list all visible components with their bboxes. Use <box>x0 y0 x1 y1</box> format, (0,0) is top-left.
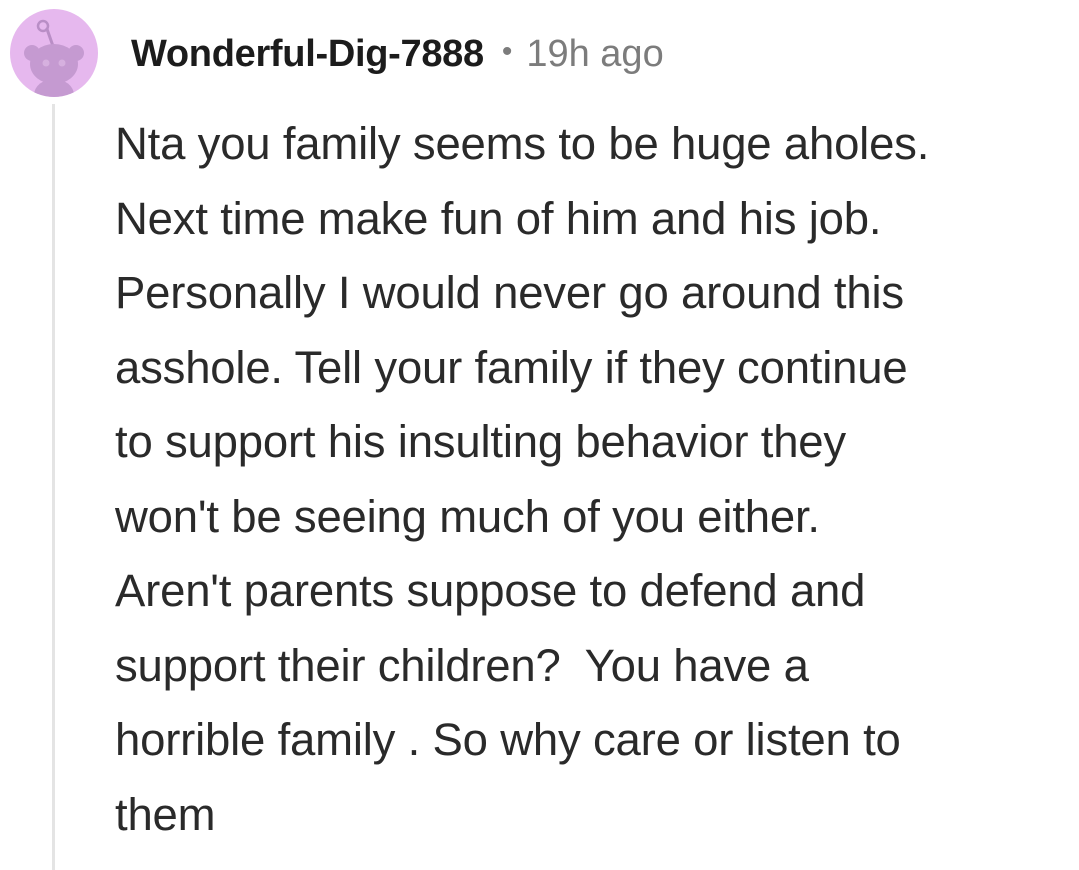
thread-collapse-line[interactable] <box>52 104 55 870</box>
comment: Wonderful-Dig-7888 • 19h ago Nta you fam… <box>0 0 1079 870</box>
meta-separator: • <box>501 35 513 68</box>
comment-body: Nta you family seems to be huge aholes. … <box>115 118 930 840</box>
username-link[interactable]: Wonderful-Dig-7888 <box>131 33 484 76</box>
comment-timestamp: 19h ago <box>526 32 664 75</box>
snoo-avatar-icon <box>24 19 84 97</box>
comment-meta: Wonderful-Dig-7888 • 19h ago <box>131 26 664 82</box>
user-avatar[interactable] <box>10 9 98 97</box>
